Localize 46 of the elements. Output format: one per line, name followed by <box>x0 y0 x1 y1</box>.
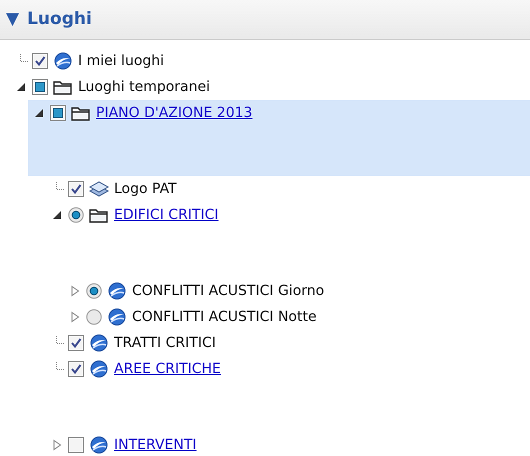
checkbox[interactable] <box>50 105 66 121</box>
folder-icon <box>71 107 90 121</box>
tree-row[interactable]: Logo PAT <box>46 176 530 202</box>
item-label: Logo PAT <box>114 180 177 198</box>
globe-icon <box>90 360 108 378</box>
panel-title: Luoghi <box>27 8 92 31</box>
folder-icon <box>89 209 108 223</box>
item-label: Luoghi temporanei <box>78 78 210 96</box>
tree-row[interactable]: INTERVENTI <box>46 432 530 456</box>
item-link[interactable]: PIANO D'AZIONE 2013 <box>96 102 252 124</box>
item-label: CONFLITTI ACUSTICI Notte <box>132 308 317 326</box>
folder-icon <box>53 81 72 95</box>
tree-connector <box>56 336 64 344</box>
checkbox[interactable] <box>68 335 84 351</box>
item-label: I miei luoghi <box>78 52 164 70</box>
tree-connector <box>56 182 64 190</box>
tree-row[interactable]: CONFLITTI ACUSTICI Giorno <box>64 278 530 304</box>
checkbox[interactable] <box>32 53 48 69</box>
globe-icon <box>90 436 108 454</box>
checkbox[interactable] <box>32 79 48 95</box>
tree-row[interactable]: EDIFICI CRITICI <box>46 202 530 278</box>
globe-icon <box>108 282 126 300</box>
tree-row[interactable]: Luoghi temporanei <box>0 74 530 100</box>
checkbox[interactable] <box>68 361 84 377</box>
checkbox[interactable] <box>68 437 84 453</box>
radio-button[interactable] <box>86 283 102 299</box>
radio-button[interactable] <box>86 309 102 325</box>
globe-icon <box>108 308 126 326</box>
tree-row[interactable]: I miei luoghi <box>0 48 530 74</box>
tree-connector <box>56 362 64 370</box>
checkbox[interactable] <box>68 181 84 197</box>
item-link[interactable]: EDIFICI CRITICI <box>114 204 219 226</box>
tree-row[interactable]: AREE CRITICHE <box>46 356 530 432</box>
layers-icon <box>88 181 110 197</box>
item-link[interactable]: INTERVENTI <box>114 434 197 456</box>
item-label: CONFLITTI ACUSTICI Giorno <box>132 282 324 300</box>
tree-connector <box>20 54 28 62</box>
tree-row[interactable]: PIANO D'AZIONE 2013 <box>28 100 530 176</box>
item-label: TRATTI CRITICI <box>114 334 216 352</box>
item-link[interactable]: AREE CRITICHE <box>114 358 221 380</box>
collapse-toggle[interactable]: ▼ <box>6 6 20 32</box>
globe-icon <box>54 52 72 70</box>
globe-icon <box>90 334 108 352</box>
radio-button[interactable] <box>68 207 84 223</box>
tree-row[interactable]: CONFLITTI ACUSTICI Notte <box>64 304 530 330</box>
tree-row[interactable]: TRATTI CRITICI <box>46 330 530 356</box>
